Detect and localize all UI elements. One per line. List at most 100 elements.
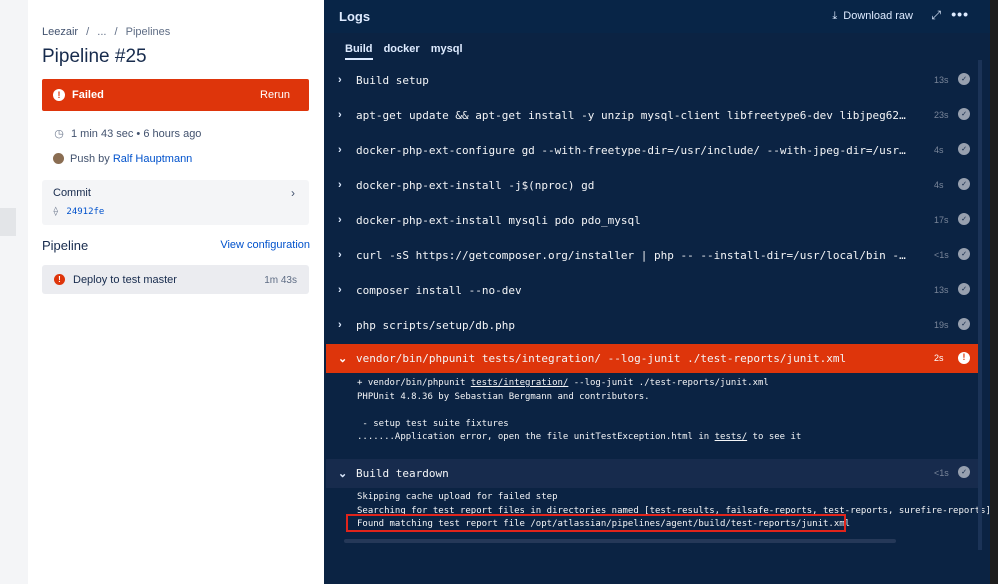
check-icon: ✓ bbox=[958, 178, 970, 190]
log-tabs: Build docker mysql bbox=[345, 43, 471, 60]
logs-header: Logs ⤓ Download raw ⤢ ••• bbox=[324, 0, 990, 33]
chevron-right-icon[interactable]: › bbox=[338, 284, 342, 296]
view-configuration-link[interactable]: View configuration bbox=[220, 239, 310, 251]
background-window-edge bbox=[990, 0, 998, 584]
log-duration: 2s bbox=[934, 353, 944, 363]
rerun-button[interactable]: Rerun bbox=[260, 89, 290, 101]
tab-build[interactable]: Build bbox=[345, 43, 373, 60]
log-duration: 19s bbox=[934, 320, 949, 330]
tab-mysql[interactable]: mysql bbox=[431, 43, 463, 55]
chevron-right-icon[interactable]: › bbox=[338, 74, 342, 86]
page-title: Pipeline #25 bbox=[42, 46, 147, 67]
failed-output: + vendor/bin/phpunit tests/integration/ … bbox=[357, 377, 801, 445]
output-text: --log-junit ./test-reports/junit.xml bbox=[568, 378, 769, 388]
chevron-down-icon[interactable]: ⌄ bbox=[338, 352, 347, 365]
log-row[interactable]: › Build setup 13s ✓ bbox=[326, 66, 980, 94]
chevron-right-icon[interactable]: › bbox=[338, 144, 342, 156]
avatar bbox=[53, 153, 64, 164]
left-nav-strip bbox=[0, 0, 28, 584]
output-text: + vendor/bin/phpunit bbox=[357, 378, 471, 388]
chevron-right-icon[interactable]: › bbox=[338, 214, 342, 226]
chevron-right-icon[interactable]: › bbox=[338, 179, 342, 191]
output-text: to see it bbox=[747, 432, 802, 442]
log-row[interactable]: › docker-php-ext-configure gd --with-free… bbox=[326, 136, 980, 164]
pipeline-step[interactable]: ! Deploy to test master 1m 43s bbox=[42, 265, 309, 294]
status-banner: ! Failed Rerun bbox=[42, 79, 309, 111]
step-name: Deploy to test master bbox=[73, 274, 177, 286]
breadcrumb-pipelines[interactable]: Pipelines bbox=[126, 26, 171, 38]
output-link[interactable]: tests/ bbox=[715, 432, 748, 442]
log-row-failed[interactable]: ⌄ vendor/bin/phpunit tests/integration/ -… bbox=[326, 344, 980, 373]
check-icon: ✓ bbox=[958, 213, 970, 225]
error-icon: ! bbox=[958, 352, 970, 364]
author-link[interactable]: Ralf Hauptmann bbox=[113, 153, 193, 165]
nav-tab[interactable] bbox=[0, 208, 16, 236]
download-icon: ⤓ bbox=[832, 10, 838, 22]
tab-docker[interactable]: docker bbox=[384, 43, 420, 55]
download-raw-button[interactable]: ⤓ Download raw bbox=[832, 10, 913, 23]
log-command: apt-get update && apt-get install -y unz… bbox=[356, 109, 909, 122]
log-command: docker-php-ext-configure gd --with-freet… bbox=[356, 144, 909, 157]
error-icon: ! bbox=[54, 274, 65, 285]
commit-hash[interactable]: ⟠ 24912fe bbox=[53, 207, 104, 217]
log-command: php scripts/setup/db.php bbox=[356, 319, 515, 332]
log-command: Build teardown bbox=[356, 467, 449, 480]
log-duration: 4s bbox=[934, 180, 944, 190]
check-icon: ✓ bbox=[958, 143, 970, 155]
output-line: .......Application error, open the file … bbox=[357, 431, 801, 445]
logs-title: Logs bbox=[339, 9, 371, 24]
highlight-box bbox=[346, 514, 846, 532]
chevron-right-icon[interactable]: › bbox=[338, 249, 342, 261]
commit-icon: ⟠ bbox=[53, 207, 59, 217]
breadcrumb-ellipsis[interactable]: ... bbox=[97, 26, 106, 38]
log-duration: 13s bbox=[934, 75, 949, 85]
chevron-right-icon[interactable]: › bbox=[338, 319, 342, 331]
log-duration: <1s bbox=[934, 250, 949, 260]
check-icon: ✓ bbox=[958, 248, 970, 260]
error-icon: ! bbox=[53, 89, 65, 101]
step-duration: 1m 43s bbox=[264, 275, 297, 286]
log-row[interactable]: › curl -sS https://getcomposer.org/instal… bbox=[326, 241, 980, 269]
log-row[interactable]: › apt-get update && apt-get install -y un… bbox=[326, 101, 980, 129]
expand-icon[interactable]: ⤢ bbox=[931, 8, 941, 23]
log-row[interactable]: › docker-php-ext-install -j$(nproc) gd 4s ✓ bbox=[326, 171, 980, 199]
chevron-down-icon[interactable]: ⌄ bbox=[338, 467, 347, 480]
output-line: Skipping cache upload for failed step bbox=[357, 492, 558, 502]
log-command: curl -sS https://getcomposer.org/install… bbox=[356, 249, 909, 262]
log-row[interactable]: › docker-php-ext-install mysqli pdo pdo_m… bbox=[326, 206, 980, 234]
breadcrumb-separator: / bbox=[86, 26, 90, 38]
output-link[interactable]: tests/integration/ bbox=[471, 378, 569, 388]
log-command: vendor/bin/phpunit tests/integration/ --… bbox=[356, 352, 847, 365]
app-root: Leezair / ... / Pipelines Pipeline #25 !… bbox=[0, 0, 998, 584]
log-command: composer install --no-dev bbox=[356, 284, 522, 297]
log-duration: 13s bbox=[934, 285, 949, 295]
vertical-scrollbar[interactable] bbox=[978, 60, 982, 550]
log-row[interactable]: › php scripts/setup/db.php 19s ✓ bbox=[326, 311, 980, 339]
push-prefix: Push by bbox=[70, 153, 110, 165]
breadcrumb-workspace[interactable]: Leezair bbox=[42, 26, 78, 38]
log-command: docker-php-ext-install -j$(nproc) gd bbox=[356, 179, 595, 192]
log-row[interactable]: › composer install --no-dev 13s ✓ bbox=[326, 276, 980, 304]
commit-card[interactable]: Commit › ⟠ 24912fe bbox=[42, 180, 309, 225]
commit-hash-text[interactable]: 24912fe bbox=[66, 207, 104, 217]
log-command: Build setup bbox=[356, 74, 429, 87]
duration-text: 1 min 43 sec • 6 hours ago bbox=[71, 128, 202, 140]
pipeline-heading: Pipeline bbox=[42, 238, 89, 253]
check-icon: ✓ bbox=[958, 73, 970, 85]
check-icon: ✓ bbox=[958, 466, 970, 478]
pipeline-sidebar: Leezair / ... / Pipelines Pipeline #25 !… bbox=[28, 0, 324, 584]
push-meta: Push by Ralf Hauptmann bbox=[53, 153, 192, 165]
output-line: PHPUnit 4.8.36 by Sebastian Bergmann and… bbox=[357, 391, 650, 402]
download-raw-label: Download raw bbox=[843, 10, 913, 22]
chevron-right-icon[interactable]: › bbox=[338, 109, 342, 121]
more-options-icon[interactable]: ••• bbox=[951, 6, 969, 22]
log-row-teardown[interactable]: ⌄ Build teardown <1s ✓ bbox=[326, 459, 980, 488]
check-icon: ✓ bbox=[958, 283, 970, 295]
breadcrumb-separator: / bbox=[114, 26, 118, 38]
output-line: - setup test suite fixtures bbox=[357, 418, 509, 429]
output-text: .......Application error, open the file … bbox=[357, 432, 715, 442]
log-duration: <1s bbox=[934, 468, 949, 478]
chevron-right-icon[interactable]: › bbox=[291, 186, 295, 200]
horizontal-scrollbar[interactable] bbox=[344, 539, 896, 543]
